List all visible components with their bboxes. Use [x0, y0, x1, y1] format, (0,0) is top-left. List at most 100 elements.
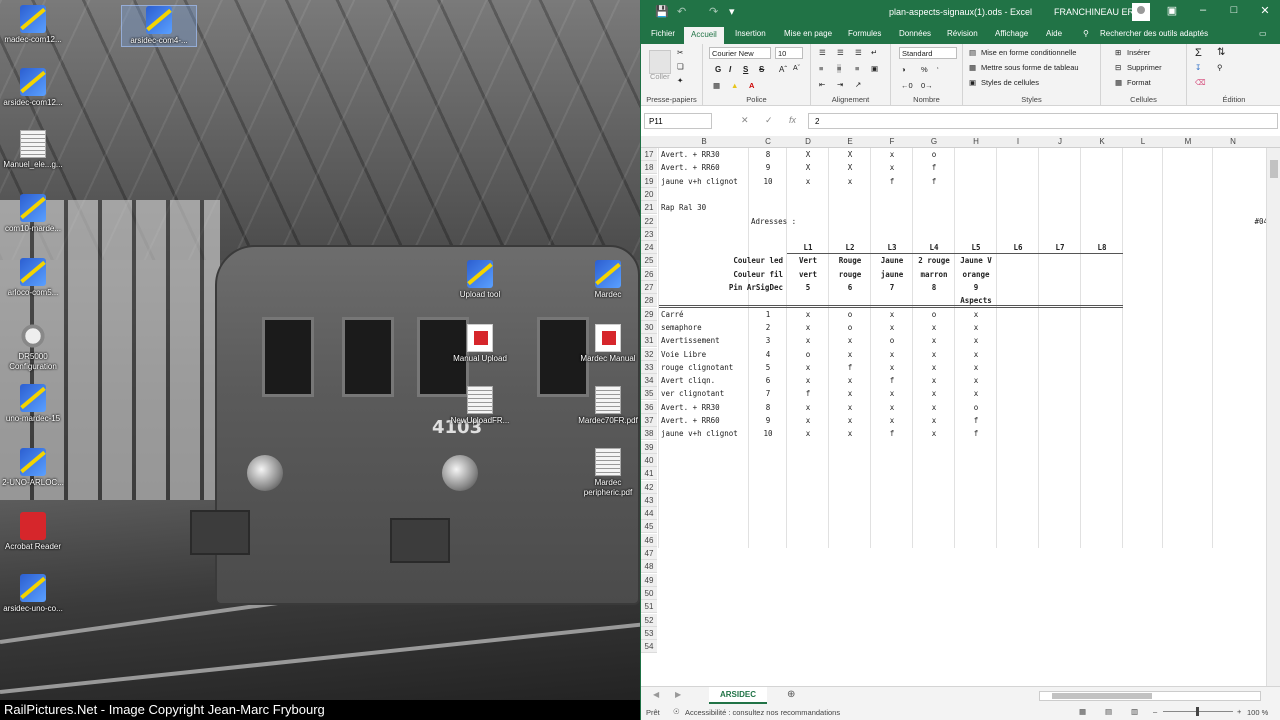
- table-cell[interactable]: 2: [751, 321, 785, 334]
- row-header[interactable]: 43: [641, 493, 657, 507]
- row-header[interactable]: 20: [641, 187, 657, 201]
- column-header[interactable]: F: [871, 137, 913, 146]
- table-cell[interactable]: o: [831, 308, 869, 321]
- table-cell[interactable]: jaune v+h clignot: [661, 175, 747, 188]
- table-cell[interactable]: o: [831, 321, 869, 334]
- spreadsheet-grid[interactable]: 17 Avert. + RR30 8 X Xx o 18 Avert. + RR60 9 X Xx f…: [641, 148, 1266, 686]
- table-cell[interactable]: x: [957, 387, 995, 400]
- row-header[interactable]: 48: [641, 560, 657, 574]
- zoom-in-icon[interactable]: +: [1237, 707, 1241, 716]
- formula-input[interactable]: 2: [808, 113, 1278, 129]
- table-cell[interactable]: L1: [789, 241, 827, 254]
- desktop-icon[interactable]: madec-com12...: [0, 5, 71, 45]
- next-sheet-icon[interactable]: ▶: [675, 690, 681, 699]
- row-header[interactable]: 17: [641, 148, 657, 161]
- table-cell[interactable]: Rap Ral 30: [661, 201, 747, 214]
- horizontal-scrollbar[interactable]: [1039, 691, 1261, 701]
- table-cell[interactable]: o: [915, 148, 953, 161]
- row-header[interactable]: 52: [641, 613, 657, 627]
- table-cell[interactable]: f: [957, 427, 995, 440]
- table-cell[interactable]: o: [915, 308, 953, 321]
- table-cell[interactable]: x: [831, 348, 869, 361]
- desktop-icon[interactable]: arsidec-com12...: [0, 68, 71, 108]
- table-cell[interactable]: x: [789, 308, 827, 321]
- strikethrough-button[interactable]: S: [759, 65, 764, 74]
- table-cell[interactable]: x: [789, 321, 827, 334]
- column-header[interactable]: C: [749, 137, 787, 146]
- copy-icon[interactable]: ❏: [677, 62, 684, 71]
- italic-button[interactable]: I: [729, 65, 731, 74]
- row-header[interactable]: 50: [641, 586, 657, 600]
- table-cell[interactable]: o: [873, 334, 911, 347]
- table-cell[interactable]: x: [873, 148, 911, 161]
- table-cell[interactable]: x: [831, 414, 869, 427]
- desktop-icon[interactable]: Manual Upload: [442, 324, 518, 364]
- find-icon[interactable]: ⚲: [1217, 63, 1223, 72]
- table-cell[interactable]: f: [915, 161, 953, 174]
- underline-button[interactable]: S: [743, 65, 748, 74]
- table-cell[interactable]: L8: [1083, 241, 1121, 254]
- avatar[interactable]: [1132, 3, 1150, 21]
- row-header[interactable]: 22: [641, 214, 657, 228]
- table-cell[interactable]: 8: [915, 281, 953, 294]
- table-cell[interactable]: X: [831, 161, 869, 174]
- tab-formules[interactable]: Formules: [848, 29, 881, 38]
- row-header[interactable]: 24: [641, 241, 657, 255]
- table-cell[interactable]: x: [789, 361, 827, 374]
- row-header[interactable]: 45: [641, 520, 657, 534]
- table-cell[interactable]: x: [789, 414, 827, 427]
- cancel-icon[interactable]: ✕: [741, 115, 749, 126]
- row-header[interactable]: 53: [641, 626, 657, 640]
- row-header[interactable]: 49: [641, 573, 657, 587]
- h-scroll-thumb[interactable]: [1052, 693, 1152, 699]
- row-header[interactable]: 40: [641, 453, 657, 467]
- prev-sheet-icon[interactable]: ◀: [653, 690, 659, 699]
- column-header[interactable]: D: [787, 137, 829, 146]
- column-header[interactable]: J: [1039, 137, 1081, 146]
- table-cell[interactable]: X: [831, 148, 869, 161]
- decrease-decimal-icon[interactable]: 0→: [921, 81, 933, 90]
- minimize-button[interactable]: –: [1188, 4, 1218, 16]
- column-header[interactable]: H: [955, 137, 997, 146]
- table-cell[interactable]: Avert. + RR30: [661, 148, 747, 161]
- indent-increase-icon[interactable]: ⇥: [837, 80, 843, 89]
- page-layout-icon[interactable]: ▤: [1105, 707, 1112, 716]
- tab-mise-en-page[interactable]: Mise en page: [784, 29, 832, 38]
- table-cell[interactable]: 10: [751, 427, 785, 440]
- page-break-icon[interactable]: ▥: [1131, 707, 1138, 716]
- column-header[interactable]: G: [913, 137, 955, 146]
- cut-icon[interactable]: ✂: [677, 48, 683, 57]
- sheet-tab-arsidec[interactable]: ARSIDEC: [709, 687, 767, 704]
- table-cell[interactable]: L7: [1041, 241, 1079, 254]
- table-cell[interactable]: 8: [751, 148, 785, 161]
- paste-button[interactable]: Coller: [650, 72, 670, 81]
- table-cell[interactable]: x: [789, 374, 827, 387]
- table-cell[interactable]: x: [873, 308, 911, 321]
- table-cell[interactable]: x: [957, 374, 995, 387]
- table-cell[interactable]: 8: [751, 401, 785, 414]
- table-cell[interactable]: x: [957, 308, 995, 321]
- font-name-select[interactable]: Courier New: [709, 47, 771, 59]
- table-cell[interactable]: x: [915, 361, 953, 374]
- row-header[interactable]: 42: [641, 480, 657, 494]
- column-header[interactable]: I: [997, 137, 1039, 146]
- clear-icon[interactable]: ⌫: [1195, 78, 1206, 87]
- table-cell[interactable]: x: [957, 361, 995, 374]
- zoom-level[interactable]: 100 %: [1247, 708, 1268, 717]
- table-cell[interactable]: f: [873, 175, 911, 188]
- table-cell[interactable]: x: [873, 361, 911, 374]
- row-header[interactable]: 25: [641, 254, 657, 268]
- align-right-icon[interactable]: ≡: [855, 64, 859, 73]
- table-cell[interactable]: x: [915, 334, 953, 347]
- tab-aide[interactable]: Aide: [1046, 29, 1062, 38]
- row-header[interactable]: 28: [641, 294, 657, 308]
- table-cell[interactable]: x: [915, 321, 953, 334]
- desktop-icon[interactable]: arsidec-com4-...: [121, 5, 197, 47]
- table-cell[interactable]: x: [873, 348, 911, 361]
- bold-button[interactable]: G: [715, 65, 721, 74]
- desktop-icon[interactable]: arsidec-uno-co...: [0, 574, 71, 614]
- confirm-icon[interactable]: ✓: [765, 115, 773, 126]
- align-center-icon[interactable]: ≡: [837, 64, 842, 73]
- table-cell[interactable]: ver clignotant: [661, 387, 747, 400]
- maximize-button[interactable]: □: [1219, 4, 1249, 16]
